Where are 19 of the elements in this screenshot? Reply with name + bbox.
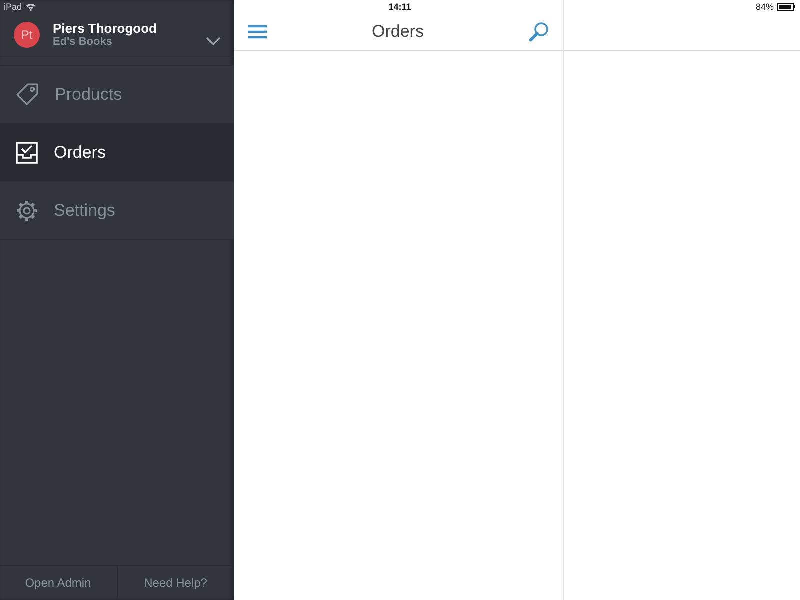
battery-percent: 84% (756, 1, 774, 14)
avatar: Pt (14, 22, 40, 48)
chevron-down-icon[interactable] (206, 36, 221, 46)
sidebar-item[interactable]: Orders (0, 124, 234, 182)
page-title: Orders (372, 22, 424, 42)
gear-icon (16, 200, 38, 222)
wifi-icon (26, 3, 36, 11)
footer-link[interactable]: Open Admin (0, 566, 116, 600)
checked-tray-icon (16, 142, 38, 164)
status-time: 14:11 (388, 1, 412, 14)
menu-icon[interactable] (248, 25, 267, 39)
tag-icon (16, 83, 39, 106)
battery-icon (777, 3, 796, 11)
search-icon[interactable] (529, 22, 549, 42)
account-name: Piers Thorogood (53, 21, 158, 36)
sidebar-item[interactable]: Products (0, 66, 234, 124)
sidebar-item[interactable]: Settings (0, 182, 234, 240)
store-name: Ed's Books (53, 36, 114, 49)
device-name: iPad (4, 1, 22, 14)
